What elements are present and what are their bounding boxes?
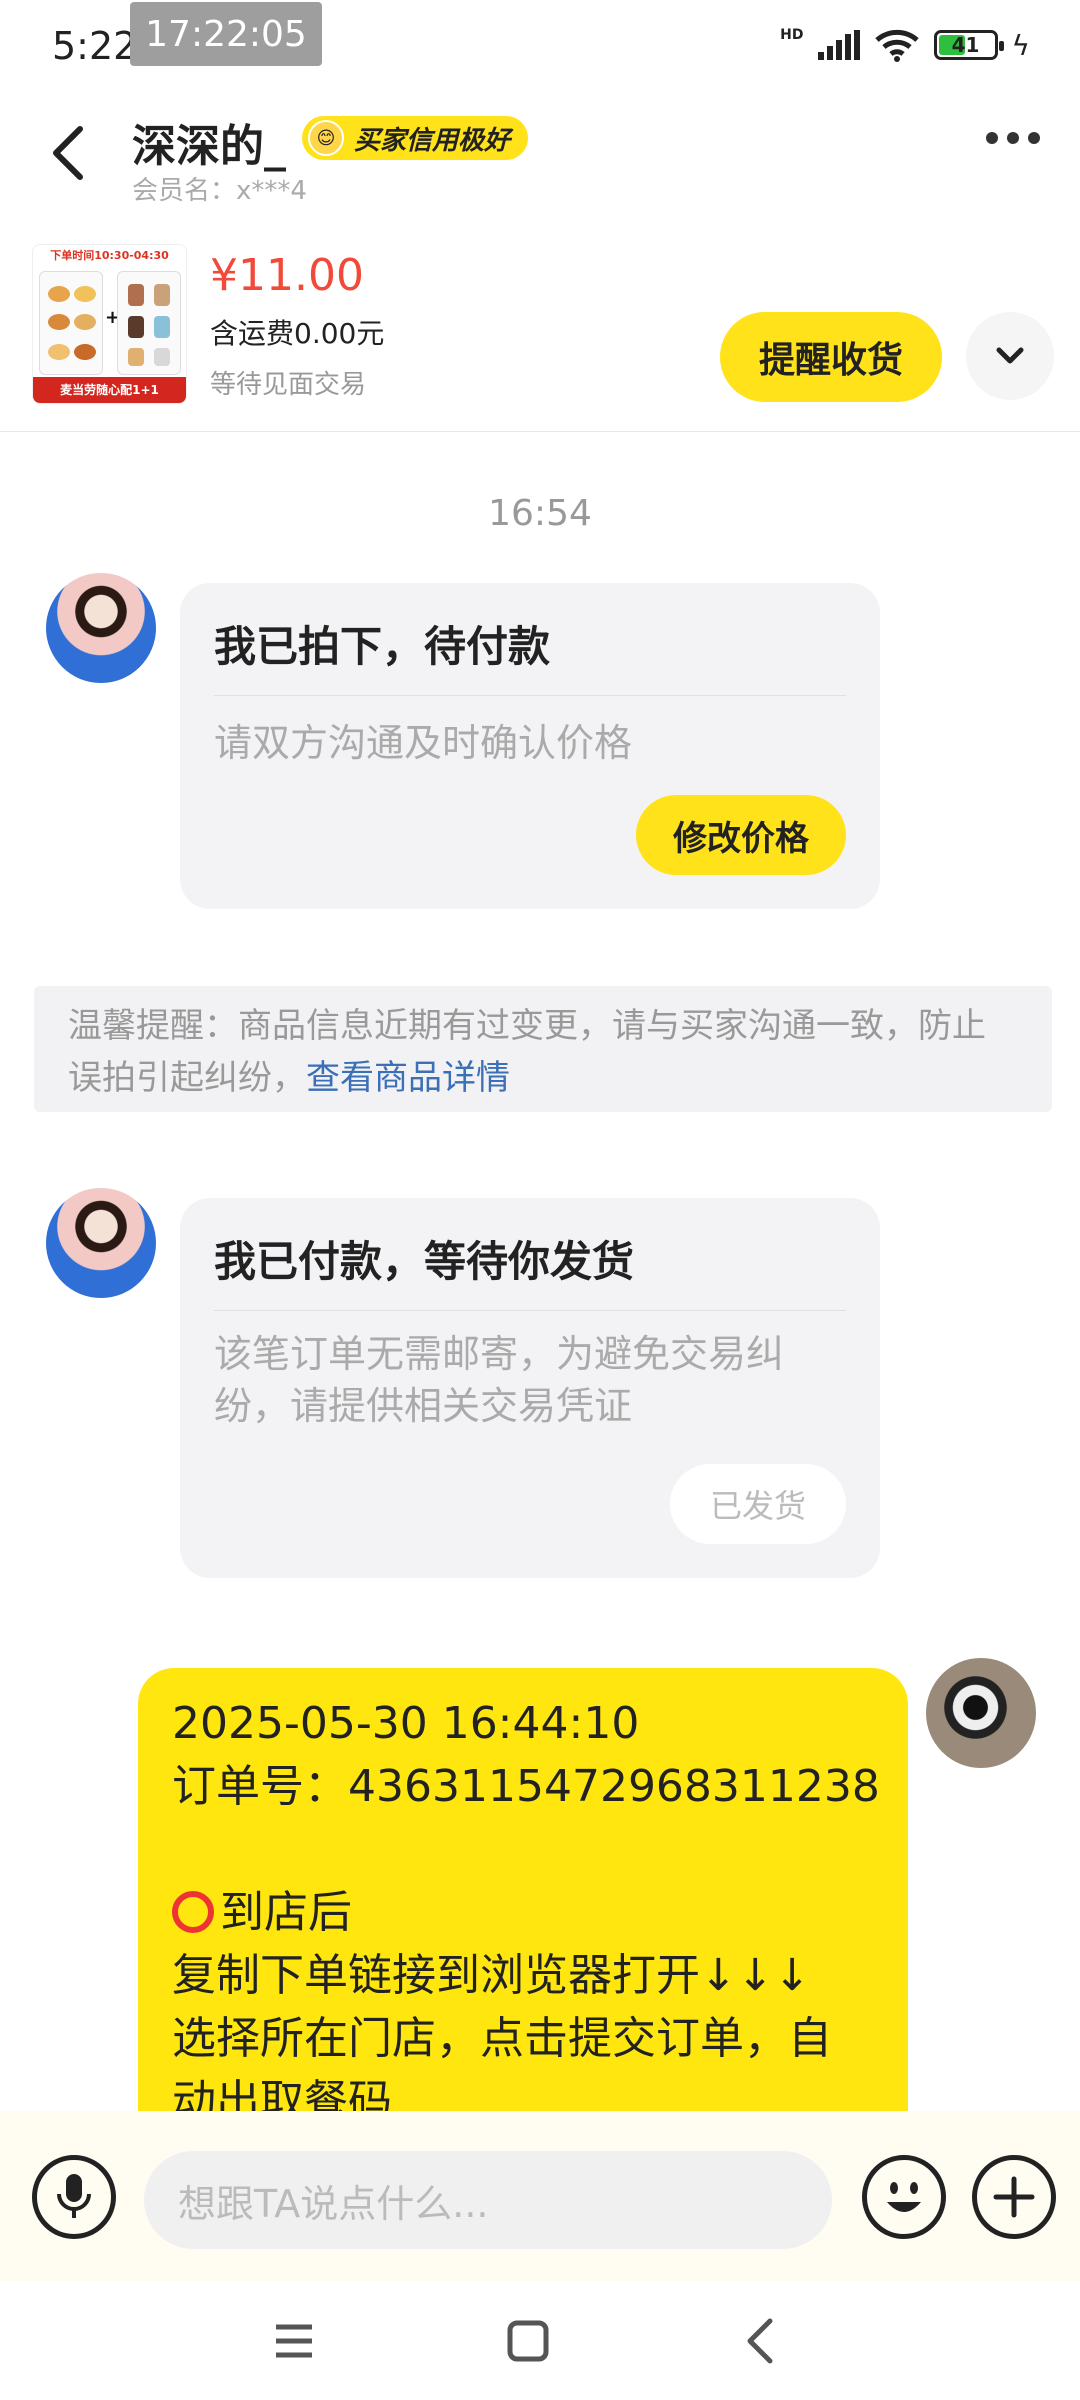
divider [214, 1310, 846, 1311]
battery-icon: 41 [933, 30, 1004, 60]
plus-icon [993, 2176, 1035, 2218]
shipping-fee: 含运费0.00元 [210, 317, 385, 350]
microphone-icon [57, 2174, 91, 2218]
card-desc: 该笔订单无需邮寄，为避免交易纠纷，请提供相关交易凭证 [214, 1332, 785, 1428]
product-thumbnail[interactable]: M 下单时间10:30-04:30 + 麦当劳随心配1+1 [32, 244, 187, 404]
expand-button[interactable] [966, 312, 1054, 400]
seller-avatar[interactable] [46, 1188, 156, 1298]
status-bar: 5:22 17:22:05 HD 41 ϟ [0, 0, 1080, 90]
product-price: ¥11.00 [210, 250, 364, 301]
smile-face-icon: 😊 [308, 120, 344, 156]
member-name: 会员名：x***4 [132, 176, 307, 206]
order-card-paid: 我已付款，等待你发货 该笔订单无需邮寄，为避免交易纠纷，请提供相关交易凭证 已发… [180, 1198, 880, 1578]
more-dot-icon [986, 132, 998, 144]
divider [214, 695, 846, 696]
red-circle-icon [172, 1891, 214, 1933]
chat-timestamp: 16:54 [488, 493, 592, 534]
message-line: 2025-05-30 16:44:10 [172, 1698, 640, 1749]
message-line: 动出取餐码 [172, 2076, 392, 2111]
message-line: 到店后 [220, 1887, 352, 1938]
more-dot-icon [1007, 132, 1019, 144]
more-options-button[interactable] [986, 132, 1040, 144]
food-box-left [39, 271, 103, 375]
input-bar: 想跟TA说点什么... [0, 2111, 1080, 2281]
message-line: 选择所在门店，点击提交订单，自 [172, 2013, 832, 2064]
view-product-details-link[interactable]: 查看商品详情 [306, 1058, 510, 1098]
menu-icon[interactable] [272, 2321, 316, 2361]
voice-input-button[interactable] [32, 2155, 116, 2239]
my-avatar[interactable] [926, 1658, 1036, 1768]
product-bar: M 下单时间10:30-04:30 + 麦当劳随心配1+1 ¥11.00 含运费… [0, 222, 1080, 432]
seller-avatar[interactable] [46, 573, 156, 683]
credit-badge: 😊 买家信用极好 [302, 116, 529, 160]
message-line: 复制下单链接到浏览器打开↓↓↓ [172, 1950, 811, 2001]
contact-name[interactable]: 深深的_ [132, 110, 286, 174]
card-title: 我已付款，等待你发货 [214, 1237, 635, 1286]
credit-badge-label: 买家信用极好 [354, 125, 511, 156]
hd-label: HD [780, 27, 804, 43]
emoji-icon [887, 2182, 921, 2212]
system-nav-bar [0, 2281, 1080, 2400]
status-icons: HD 41 ϟ [780, 27, 1030, 62]
signal-icon [817, 30, 860, 60]
reminder-text: 温馨提醒：商品信息近期有过变更，请与买家沟通一致，防止误拍引起纠纷， [68, 1006, 986, 1098]
battery-level: 41 [951, 33, 980, 57]
chat-header: 深深的_ 😊 买家信用极好 会员名：x***4 [0, 90, 1080, 210]
card-title: 我已拍下，待付款 [214, 622, 551, 671]
warm-reminder: 温馨提醒：商品信息近期有过变更，请与买家沟通一致，防止误拍引起纠纷，查看商品详情 [34, 986, 1052, 1112]
order-card-unpaid: 我已拍下，待付款 请双方沟通及时确认价格 修改价格 [180, 583, 880, 909]
remind-receipt-button[interactable]: 提醒收货 [720, 312, 942, 402]
screen-recorder-time: 17:22:05 [130, 2, 322, 66]
shipped-button[interactable]: 已发货 [670, 1464, 846, 1544]
message-line: 订单号：4363115472968311238 [172, 1761, 880, 1812]
chevron-down-icon [996, 347, 1024, 364]
message-input[interactable]: 想跟TA说点什么... [144, 2151, 832, 2249]
card-desc: 请双方沟通及时确认价格 [214, 721, 633, 765]
status-time: 5:22 [52, 24, 138, 68]
my-message-bubble[interactable]: 2025-05-30 16:44:10 订单号：4363115472968311… [138, 1668, 908, 2111]
thumb-footer-text: 麦当劳随心配1+1 [33, 377, 186, 403]
back-nav-icon[interactable] [744, 2317, 776, 2365]
chat-area[interactable]: 16:54 我已拍下，待付款 请双方沟通及时确认价格 修改价格 温馨提醒：商品信… [0, 433, 1080, 2111]
home-icon[interactable] [506, 2319, 550, 2363]
thumb-header-text: 下单时间10:30-04:30 [33, 245, 186, 267]
emoji-button[interactable] [862, 2155, 946, 2239]
charging-icon: ϟ [1011, 28, 1030, 62]
order-status: 等待见面交易 [210, 370, 367, 400]
back-button[interactable] [38, 118, 98, 188]
more-dot-icon [1028, 132, 1040, 144]
edit-price-button[interactable]: 修改价格 [636, 795, 846, 875]
add-attachment-button[interactable] [972, 2155, 1056, 2239]
food-box-right [117, 271, 181, 375]
wifi-icon [874, 29, 919, 62]
back-arrow-icon [53, 126, 83, 180]
